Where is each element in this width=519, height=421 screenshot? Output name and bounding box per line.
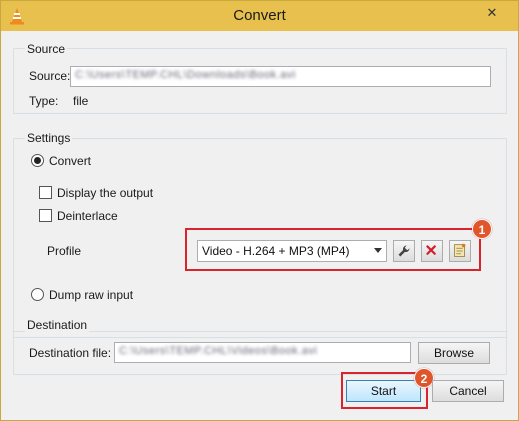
settings-group-title: Settings [25, 131, 73, 145]
source-input[interactable]: C:\Users\TEMP.CHL\Downloads\Book.avi [70, 66, 491, 87]
cancel-button[interactable]: Cancel [432, 380, 504, 402]
display-output-label[interactable]: Display the output [57, 186, 153, 200]
browse-button[interactable]: Browse [418, 342, 490, 364]
dump-raw-radio[interactable] [31, 288, 44, 301]
convert-radio-label[interactable]: Convert [49, 154, 91, 168]
dialog-body: Source Source: C:\Users\TEMP.CHL\Downloa… [7, 31, 512, 416]
deinterlace-checkbox[interactable] [39, 209, 52, 222]
start-button[interactable]: Start [346, 380, 421, 402]
dump-raw-label[interactable]: Dump raw input [49, 288, 133, 302]
source-path-value: C:\Users\TEMP.CHL\Downloads\Book.avi [75, 69, 296, 81]
display-output-checkbox[interactable] [39, 186, 52, 199]
destination-group-title: Destination [25, 318, 90, 332]
profile-label: Profile [47, 244, 82, 258]
profile-highlight-box [185, 228, 481, 271]
title-bar[interactable]: Convert ✕ [1, 1, 518, 31]
close-icon[interactable]: ✕ [472, 1, 512, 23]
source-group-title: Source [25, 42, 68, 56]
destination-path-value: C:\Users\TEMP.CHL\Videos\Book.avi [119, 345, 318, 357]
deinterlace-label[interactable]: Deinterlace [57, 209, 118, 223]
destination-label: Destination file: [29, 346, 112, 360]
type-value: file [73, 94, 89, 108]
convert-dialog: Convert ✕ Source Source: C:\Users\TEMP.C… [0, 0, 519, 421]
step-badge-2: 2 [414, 368, 434, 388]
source-label: Source: [29, 69, 71, 83]
convert-radio[interactable] [31, 154, 44, 167]
window-title: Convert [233, 7, 286, 24]
step-badge-1: 1 [472, 219, 492, 239]
destination-input[interactable]: C:\Users\TEMP.CHL\Videos\Book.avi [114, 342, 411, 363]
type-label: Type: [29, 94, 59, 108]
